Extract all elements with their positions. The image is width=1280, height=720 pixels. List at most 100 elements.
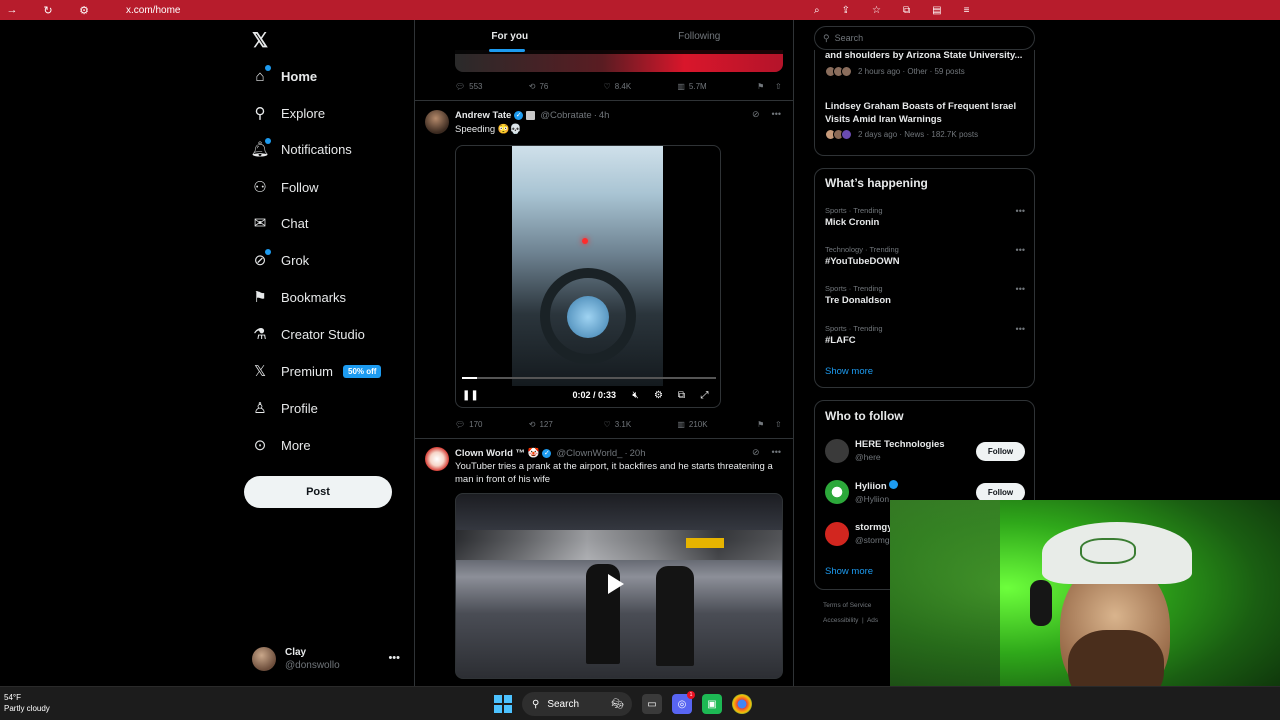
post-time[interactable]: 4h xyxy=(599,110,610,121)
forward-icon[interactable]: → xyxy=(6,4,18,16)
fullscreen-icon[interactable]: ⤢ xyxy=(693,390,716,401)
mini-player-icon[interactable]: ⧉ xyxy=(670,390,693,401)
sidebar-item-chat[interactable]: ✉ Chat xyxy=(250,208,309,238)
like-button[interactable]: ♡ 8.4K xyxy=(604,82,678,91)
search-input[interactable]: ⚲ Search xyxy=(814,26,1035,50)
bookmark-star-icon[interactable]: ☆ xyxy=(872,5,881,16)
share-icon[interactable]: ⇧ xyxy=(775,82,785,91)
footer-link[interactable]: Terms of Service xyxy=(823,598,878,613)
tab-following[interactable]: Following xyxy=(605,20,794,54)
show-more-link[interactable]: Show more xyxy=(825,366,873,377)
more-options-icon[interactable]: ••• xyxy=(772,447,781,458)
trend-item[interactable]: Sports · Trending #LAFC ••• xyxy=(825,324,1025,346)
taskbar: 54°F Partly cloudy ⚲ Search 🎭︎ ▭ ◎ 1 ▣ xyxy=(0,686,1280,720)
grok-icon[interactable]: ⊘ xyxy=(752,109,760,120)
author-handle[interactable]: @ClownWorld_ xyxy=(556,448,622,459)
trend-item[interactable]: Sports · Trending Mick Cronin ••• xyxy=(825,206,1025,228)
sidebar-item-profile[interactable]: ♙ Profile xyxy=(250,393,318,423)
sidebar-item-explore[interactable]: ⚲ Explore xyxy=(250,98,326,128)
sidebar-item-creator-studio[interactable]: ⚗ Creator Studio xyxy=(250,319,365,349)
more-options-icon[interactable]: ••• xyxy=(772,109,781,120)
zoom-icon[interactable]: ⌕ xyxy=(814,5,820,16)
extensions-icon[interactable]: ⧉ xyxy=(903,5,910,16)
account-name: stormgy xyxy=(855,522,893,533)
tweet-menu: ⊘ ••• xyxy=(752,109,781,120)
trend-item[interactable]: Technology · Trending #YouTubeDOWN ••• xyxy=(825,245,1025,267)
more-options-icon[interactable]: ••• xyxy=(1016,324,1025,334)
post-button[interactable]: Post xyxy=(244,476,392,508)
video-player[interactable]: ❚❚ 0:02 / 0:33 🔇︎ ⚙ ⧉ ⤢ xyxy=(455,145,721,408)
weather-widget[interactable]: 54°F Partly cloudy xyxy=(4,692,50,714)
address-bar[interactable]: x.com/home xyxy=(126,5,180,16)
sidebar-item-label: Premium xyxy=(281,363,334,379)
video-thumbnail[interactable] xyxy=(455,493,783,679)
news-item[interactable]: Lindsey Graham Boasts of Frequent Israel… xyxy=(825,101,1030,140)
footer-link[interactable]: Accessibility xyxy=(823,617,858,624)
sidebar-item-more[interactable]: ⊙ More xyxy=(250,430,311,460)
post-time[interactable]: 20h xyxy=(630,448,646,459)
author-name[interactable]: Andrew Tate xyxy=(455,110,511,121)
share-icon[interactable]: ⇧ xyxy=(775,420,785,429)
video-frame[interactable] xyxy=(512,146,663,386)
reply-button[interactable]: 💬︎ 553 xyxy=(455,82,529,91)
sidebar-item-follow[interactable]: ⚇ Follow xyxy=(250,172,318,202)
affiliate-badge-icon xyxy=(526,111,536,120)
sidebar-item-grok[interactable]: ⊘ Grok xyxy=(250,245,309,275)
reload-icon[interactable]: ↻ xyxy=(42,4,54,17)
more-options-icon[interactable]: ••• xyxy=(388,652,400,664)
sidebar-item-notifications[interactable]: 🔔︎ Notifications xyxy=(250,134,352,164)
views-button[interactable]: ▥ 5.7M xyxy=(677,82,757,91)
author-name[interactable]: Clown World ™ 🤡 xyxy=(455,448,539,459)
news-item[interactable]: and shoulders by Arizona State Universit… xyxy=(825,50,1030,77)
trend-name: #LAFC xyxy=(825,335,856,346)
sidebar-item-home[interactable]: ⌂ Home xyxy=(250,61,317,91)
taskbar-search[interactable]: ⚲ Search 🎭︎ xyxy=(522,692,632,716)
news-title: Lindsey Graham Boasts of Frequent Israel… xyxy=(825,101,1017,125)
tab-for-you[interactable]: For you xyxy=(415,20,605,54)
views-button[interactable]: ▥ 210K xyxy=(677,420,757,429)
trend-item[interactable]: Sports · Trending Tre Donaldson ••• xyxy=(825,284,1025,306)
grok-icon[interactable]: ⊘ xyxy=(752,447,760,458)
avatar[interactable] xyxy=(425,447,449,471)
section-title: Who to follow xyxy=(825,409,904,423)
more-options-icon[interactable]: ••• xyxy=(1016,284,1025,294)
footer-link[interactable]: Ads xyxy=(867,617,878,624)
bookmark-icon[interactable]: ⚑ xyxy=(757,420,775,429)
reply-icon: 💬︎ xyxy=(455,81,466,91)
author-handle[interactable]: @Cobratate xyxy=(540,110,591,121)
site-info-icon[interactable]: ⚙ xyxy=(78,4,90,17)
repost-button[interactable]: ⟲ 76 xyxy=(529,82,604,91)
avatar[interactable] xyxy=(425,110,449,134)
follow-button[interactable]: Follow xyxy=(976,442,1025,461)
profile-menu-icon[interactable]: ≡ xyxy=(964,5,970,16)
pause-icon[interactable]: ❚❚ xyxy=(462,390,479,401)
account-handle: @donswollo xyxy=(285,660,340,671)
bookmark-icon[interactable]: ⚑ xyxy=(757,82,775,91)
search-icon: ⚲ xyxy=(532,698,540,710)
settings-gear-icon[interactable]: ⚙ xyxy=(647,390,670,401)
show-more-link[interactable]: Show more xyxy=(825,566,873,577)
video-progress-bar[interactable] xyxy=(462,377,716,379)
person-icon: ♙ xyxy=(253,400,267,417)
more-options-icon[interactable]: ••• xyxy=(1016,245,1025,255)
chrome-icon[interactable] xyxy=(732,694,752,714)
share-icon[interactable]: ⇪ xyxy=(842,5,850,16)
windows-start-icon[interactable] xyxy=(494,695,512,713)
sidebar-item-premium[interactable]: 𝕏 Premium 50% off xyxy=(250,356,382,386)
more-options-icon[interactable]: ••• xyxy=(1016,206,1025,216)
repost-button[interactable]: ⟲ 127 xyxy=(529,420,604,429)
account-switcher[interactable]: Clay @donswollo ••• xyxy=(252,644,402,674)
app-icon[interactable]: ▣ xyxy=(702,694,722,714)
tweet-header: Andrew Tate ✓ @Cobratate · 4h xyxy=(455,110,610,121)
mute-icon[interactable]: 🔇︎ xyxy=(624,390,647,401)
reply-button[interactable]: 💬︎ 170 xyxy=(455,420,529,429)
reading-list-icon[interactable]: ▤ xyxy=(932,5,941,16)
play-icon[interactable] xyxy=(608,574,624,594)
task-view-icon[interactable]: ▭ xyxy=(642,694,662,714)
discord-icon[interactable]: ◎ 1 xyxy=(672,691,695,714)
like-button[interactable]: ♡ 3.1K xyxy=(604,420,678,429)
sidebar-item-bookmarks[interactable]: ⚑ Bookmarks xyxy=(250,282,346,312)
trend-name: Tre Donaldson xyxy=(825,295,891,306)
x-logo-icon[interactable]: 𝕏 xyxy=(252,28,268,53)
follow-suggestion[interactable]: HERE Technologies @here Follow xyxy=(825,437,1025,465)
